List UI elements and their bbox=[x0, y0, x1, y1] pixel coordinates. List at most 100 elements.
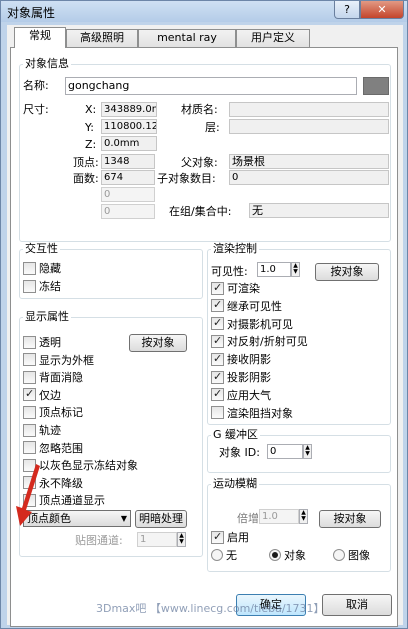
tab-panel: 对象信息 名称: gongchang 尺寸: X: 343889.0m Y: 1… bbox=[10, 47, 398, 627]
render-checkbox-box-5[interactable] bbox=[211, 352, 224, 366]
render-checkbox-label-2: 继承可见性 bbox=[227, 299, 282, 313]
display-checkbox-label-7: 忽略范围 bbox=[39, 441, 83, 455]
hide-checkbox[interactable]: 隐藏 bbox=[23, 261, 61, 275]
vertices-field: 1348 bbox=[101, 154, 155, 169]
display-checkbox-label-3: 背面消隐 bbox=[39, 371, 83, 385]
render-checkbox-2[interactable]: 继承可见性 bbox=[211, 298, 282, 313]
display-checkbox-1[interactable]: 透明 bbox=[23, 335, 61, 349]
tab-mental-ray[interactable]: mental ray bbox=[138, 29, 236, 47]
name-input[interactable]: gongchang bbox=[65, 77, 357, 95]
motion-blur-object-radio[interactable]: 对象 bbox=[269, 548, 306, 562]
visibility-label: 可见性: bbox=[211, 265, 248, 278]
render-checkbox-3[interactable]: 对摄影机可见 bbox=[211, 316, 293, 331]
display-properties-group-label: 显示属性 bbox=[23, 310, 71, 323]
object-color-swatch[interactable] bbox=[363, 77, 389, 95]
display-checkbox-5[interactable]: 顶点标记 bbox=[23, 405, 83, 419]
hide-label: 隐藏 bbox=[39, 262, 61, 275]
parent-label: 父对象: bbox=[181, 156, 218, 169]
extra-count-field-1: 0 bbox=[101, 187, 155, 202]
display-checkbox-2[interactable]: 显示为外框 bbox=[23, 353, 94, 367]
dimension-x-field: 343889.0m bbox=[101, 102, 157, 117]
watermark-text: 3Dmax吧 【www.linecg.com/tieba/1731】 bbox=[96, 602, 325, 615]
render-checkbox-label-3: 对摄影机可见 bbox=[227, 317, 293, 331]
motion-blur-object-dot[interactable] bbox=[269, 549, 281, 561]
display-checkbox-box-7[interactable] bbox=[23, 441, 36, 455]
layer-label: 层: bbox=[205, 121, 220, 134]
enable-motion-blur-checkbox[interactable]: 启用 bbox=[211, 530, 249, 544]
display-checkbox-3[interactable]: 背面消隐 bbox=[23, 370, 83, 384]
render-checkbox-4[interactable]: 对反射/折射可见 bbox=[211, 334, 308, 348]
motion-blur-by-object-button[interactable]: 按对象 bbox=[319, 510, 381, 528]
render-checkbox-5[interactable]: 接收阴影 bbox=[211, 352, 271, 366]
display-checkbox-label-6: 轨迹 bbox=[39, 424, 61, 437]
display-by-object-button[interactable]: 按对象 bbox=[129, 334, 187, 352]
faces-field: 674 bbox=[101, 170, 155, 185]
dimensions-label: 尺寸: bbox=[23, 103, 49, 116]
display-checkbox-box-3[interactable] bbox=[23, 370, 36, 384]
close-button[interactable]: ✕ bbox=[360, 1, 404, 19]
object-id-spinner[interactable]: ▲ ▼ bbox=[303, 444, 312, 459]
render-checkbox-box-3[interactable] bbox=[211, 316, 224, 331]
object-info-group-label: 对象信息 bbox=[23, 57, 71, 70]
tab-general[interactable]: 常规 bbox=[14, 27, 66, 48]
display-checkbox-box-2[interactable] bbox=[23, 353, 36, 367]
display-checkbox-label-2: 显示为外框 bbox=[39, 353, 94, 367]
display-checkbox-6[interactable]: 轨迹 bbox=[23, 423, 61, 437]
hide-checkbox-box[interactable] bbox=[23, 261, 36, 275]
title-bar: 对象属性 ? ✕ bbox=[1, 1, 407, 22]
render-checkbox-1[interactable]: 可渲染 bbox=[211, 281, 260, 295]
map-channel-field[interactable]: 1 bbox=[137, 532, 177, 547]
vertices-label: 顶点: bbox=[73, 156, 99, 169]
render-by-object-button[interactable]: 按对象 bbox=[315, 263, 379, 281]
map-channel-label: 贴图通道: bbox=[75, 534, 123, 547]
shaded-button[interactable]: 明暗处理 bbox=[135, 510, 187, 528]
display-checkbox-7[interactable]: 忽略范围 bbox=[23, 441, 83, 455]
multiplier-field[interactable]: 1.0 bbox=[259, 509, 299, 524]
render-checkbox-box-7[interactable] bbox=[211, 387, 224, 402]
display-checkbox-label-10: 顶点通道显示 bbox=[39, 494, 105, 508]
render-checkbox-box-8[interactable] bbox=[211, 406, 224, 420]
render-checkbox-box-1[interactable] bbox=[211, 281, 224, 295]
window-title: 对象属性 bbox=[7, 6, 56, 20]
layer-field bbox=[229, 119, 389, 134]
visibility-spinner[interactable]: ▲ ▼ bbox=[291, 262, 300, 277]
render-checkbox-6[interactable]: 投影阴影 bbox=[211, 370, 271, 384]
cancel-button[interactable]: 取消 bbox=[322, 594, 392, 616]
tab-user-defined[interactable]: 用户定义 bbox=[236, 29, 310, 47]
display-checkbox-label-1: 透明 bbox=[39, 336, 61, 349]
render-control-group-label: 渲染控制 bbox=[211, 242, 259, 255]
freeze-checkbox[interactable]: 冻结 bbox=[23, 279, 61, 293]
display-checkbox-box-4[interactable] bbox=[23, 387, 36, 402]
display-checkbox-box-6[interactable] bbox=[23, 423, 36, 437]
help-button[interactable]: ? bbox=[334, 1, 360, 19]
render-checkbox-7[interactable]: 应用大气 bbox=[211, 387, 271, 402]
multiplier-spinner[interactable]: ▲ ▼ bbox=[299, 509, 308, 524]
object-id-label: 对象 ID: bbox=[219, 446, 260, 459]
visibility-field[interactable]: 1.0 bbox=[257, 262, 291, 277]
freeze-checkbox-box[interactable] bbox=[23, 279, 36, 293]
motion-blur-image-radio[interactable]: 图像 bbox=[333, 548, 370, 562]
render-checkbox-label-6: 投影阴影 bbox=[227, 371, 271, 384]
display-checkbox-box-1[interactable] bbox=[23, 335, 36, 349]
display-checkbox-4[interactable]: 仅边 bbox=[23, 387, 61, 402]
object-id-field[interactable]: 0 bbox=[267, 444, 303, 459]
map-channel-spinner[interactable]: ▲ ▼ bbox=[177, 532, 186, 547]
display-checkbox-box-5[interactable] bbox=[23, 405, 36, 419]
display-checkbox-label-8: 以灰色显示冻结对象 bbox=[39, 459, 138, 473]
chevron-down-icon: ▼ bbox=[120, 514, 127, 523]
render-checkbox-label-8: 渲染阻挡对象 bbox=[227, 406, 293, 420]
render-checkbox-label-1: 可渲染 bbox=[227, 282, 260, 295]
render-checkbox-box-2[interactable] bbox=[211, 298, 224, 313]
motion-blur-none-dot[interactable] bbox=[211, 549, 223, 561]
enable-motion-blur-box[interactable] bbox=[211, 530, 224, 544]
dimension-y-field: 110800.12 bbox=[101, 119, 157, 134]
dimension-z-field: 0.0mm bbox=[101, 136, 157, 151]
motion-blur-image-dot[interactable] bbox=[333, 549, 345, 561]
material-field bbox=[229, 102, 389, 117]
render-checkbox-box-6[interactable] bbox=[211, 370, 224, 384]
render-checkbox-8[interactable]: 渲染阻挡对象 bbox=[211, 406, 293, 420]
motion-blur-none-radio[interactable]: 无 bbox=[211, 548, 237, 562]
render-checkbox-box-4[interactable] bbox=[211, 334, 224, 348]
annotation-arrow-icon bbox=[16, 464, 40, 526]
tab-advanced-lighting[interactable]: 高级照明 bbox=[66, 29, 138, 47]
